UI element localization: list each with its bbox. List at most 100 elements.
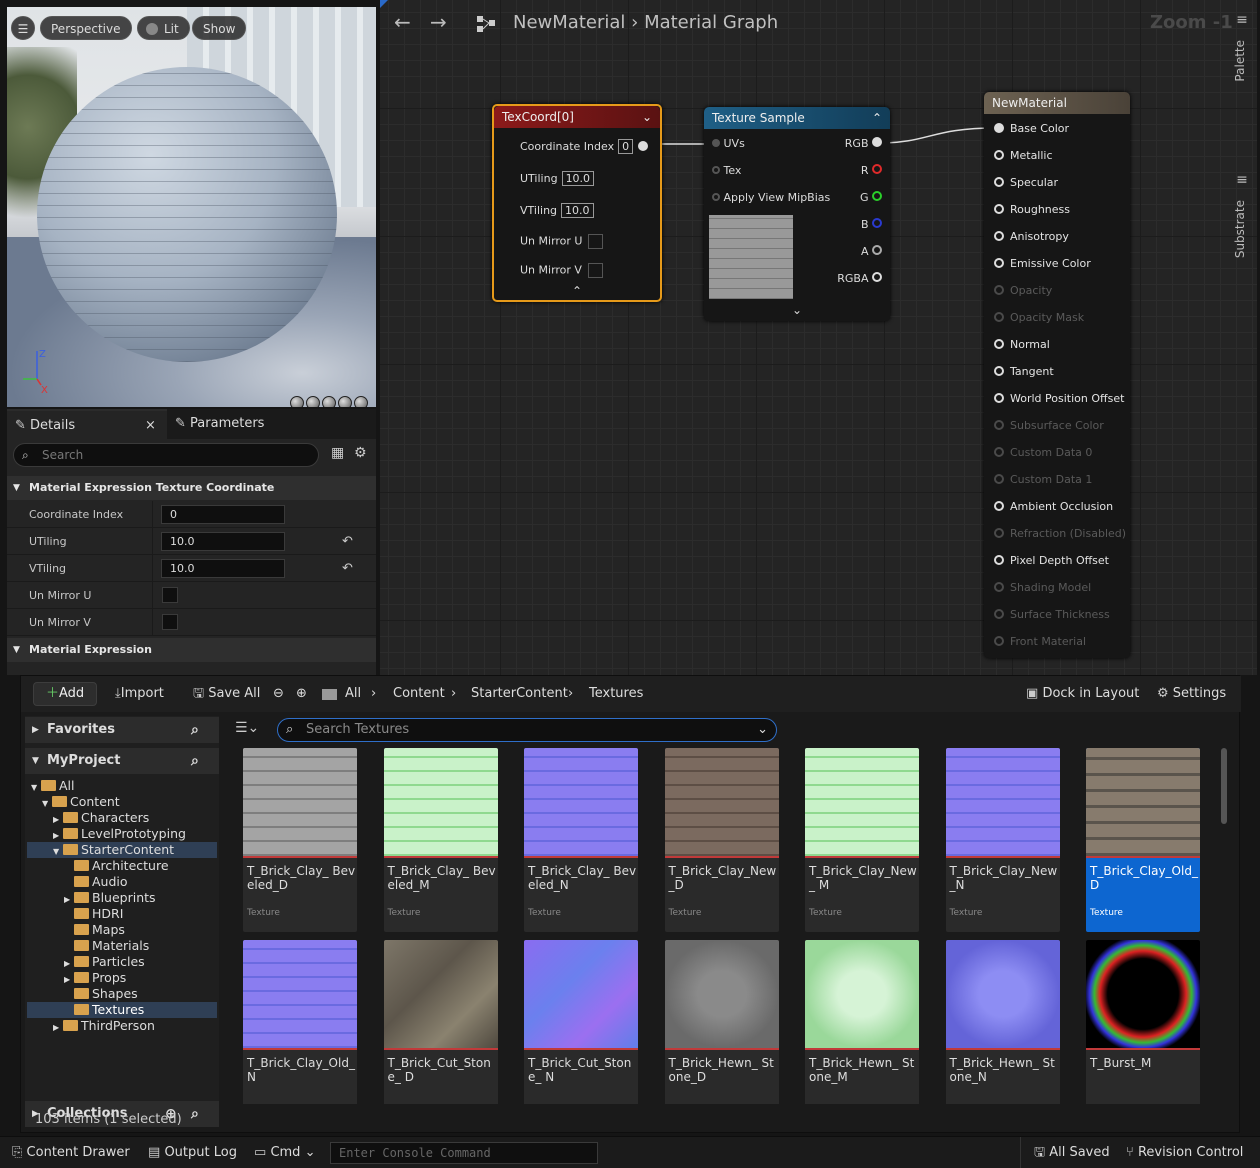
gear-icon[interactable]: ⚙: [354, 445, 367, 461]
tree-folder-item[interactable]: Architecture: [27, 858, 217, 874]
r-pin[interactable]: R: [861, 164, 882, 178]
details-search-input[interactable]: ⌕ Search: [13, 443, 319, 467]
vtiling-field[interactable]: 10.0: [161, 559, 285, 578]
material-input-pin[interactable]: Custom Data 0: [994, 446, 1092, 460]
material-input-pin[interactable]: Base Color: [994, 122, 1069, 136]
material-input-pin[interactable]: Roughness: [994, 203, 1070, 217]
teapot-preview-icon[interactable]: [354, 396, 368, 407]
cube-preview-icon[interactable]: [338, 396, 352, 407]
material-input-pin[interactable]: Surface Thickness: [994, 608, 1110, 622]
g-pin[interactable]: G: [860, 191, 882, 205]
tree-folder-item[interactable]: ▶ Particles: [27, 954, 217, 970]
lit-button[interactable]: Lit: [137, 16, 190, 40]
coordinate-index-field[interactable]: 0: [161, 505, 285, 524]
output-pin[interactable]: [638, 140, 648, 154]
tree-folder-item[interactable]: Shapes: [27, 986, 217, 1002]
palette-tab[interactable]: Palette: [1233, 40, 1247, 82]
save-all-button[interactable]: 🖫 Save All: [193, 684, 260, 704]
tree-folder-item[interactable]: Materials: [27, 938, 217, 954]
reset-icon[interactable]: ↶: [342, 555, 353, 582]
substrate-list-icon[interactable]: ≡: [1232, 172, 1252, 188]
search-icon[interactable]: ⌕: [191, 748, 199, 774]
material-input-pin[interactable]: Ambient Occlusion: [994, 500, 1113, 514]
material-input-pin[interactable]: Tangent: [994, 365, 1054, 379]
asset-tile[interactable]: T_Brick_Clay_ Beveled_M Texture: [383, 748, 498, 932]
preview-shape-buttons[interactable]: [290, 396, 376, 407]
material-result-node[interactable]: NewMaterial Base Color Metallic Specular Ro…: [984, 92, 1130, 658]
chevron-up-icon[interactable]: ⌃: [872, 107, 882, 129]
substrate-tab[interactable]: Substrate: [1233, 200, 1247, 258]
perspective-button[interactable]: Perspective: [40, 16, 132, 40]
coord-index-value[interactable]: 0: [618, 139, 634, 154]
viewport-menu-button[interactable]: ☰: [11, 16, 35, 40]
palette-list-icon[interactable]: ≡: [1232, 12, 1252, 28]
asset-tile[interactable]: T_Brick_Clay_ Beveled_N Texture: [524, 748, 638, 932]
tab-parameters[interactable]: ✎ Parameters: [167, 409, 376, 439]
a-pin[interactable]: A: [861, 245, 882, 259]
tree-folder-item[interactable]: Audio: [27, 874, 217, 890]
uvs-pin[interactable]: UVs: [712, 137, 745, 151]
tree-folder-item[interactable]: Maps: [27, 922, 217, 938]
material-input-pin[interactable]: Custom Data 1: [994, 473, 1092, 487]
plane-preview-icon[interactable]: [322, 396, 336, 407]
table-view-icon[interactable]: ▦: [331, 445, 344, 461]
material-input-pin[interactable]: Specular: [994, 176, 1058, 190]
material-input-pin[interactable]: Opacity Mask: [994, 311, 1084, 325]
asset-tile[interactable]: T_Brick_Cut_Stone_ N: [524, 940, 638, 1104]
section-material-expression[interactable]: ▼ Material Expression: [7, 638, 376, 662]
add-button[interactable]: ＋Add: [33, 682, 97, 706]
import-button[interactable]: ⤓Import: [115, 684, 164, 704]
back-arrow-icon[interactable]: ←: [394, 10, 411, 34]
path-content[interactable]: Content: [393, 684, 445, 704]
asset-tile[interactable]: T_Brick_Clay_New_D Texture: [664, 748, 779, 932]
console-input[interactable]: Enter Console Command: [330, 1142, 598, 1164]
material-input-pin[interactable]: Anisotropy: [994, 230, 1069, 244]
texcoord-node[interactable]: TexCoord[0] ⌄ Coordinate Index 0 UTiling 10…: [492, 104, 662, 302]
tree-folder-item[interactable]: ▶ ThirdPerson: [27, 1018, 217, 1034]
asset-tile[interactable]: T_Brick_Cut_Stone_ D: [383, 940, 498, 1104]
cylinder-preview-icon[interactable]: [290, 396, 304, 407]
material-input-pin[interactable]: Front Material: [994, 635, 1086, 649]
tree-folder-item[interactable]: ▼ All: [27, 778, 217, 794]
revision-control-button[interactable]: ⑂ Revision Control: [1126, 1143, 1243, 1163]
unmirror-u-node-checkbox[interactable]: [588, 234, 604, 249]
material-input-pin[interactable]: Refraction (Disabled): [994, 527, 1126, 541]
tree-folder-item[interactable]: ▼ StarterContent: [27, 842, 217, 858]
scrollbar-thumb[interactable]: [1221, 748, 1227, 824]
utiling-value[interactable]: 10.0: [561, 171, 595, 186]
chevron-down-icon[interactable]: ⌄: [792, 303, 802, 317]
path-all[interactable]: All: [345, 684, 361, 704]
unmirror-v-node-checkbox[interactable]: [587, 263, 603, 278]
material-preview-viewport[interactable]: ☰ Perspective Lit Show Z X: [7, 7, 376, 407]
unmirror-v-checkbox[interactable]: [162, 614, 178, 630]
tree-folder-item[interactable]: ▼ Content: [27, 794, 217, 810]
cmd-dropdown[interactable]: ▭ Cmd ⌄: [254, 1143, 315, 1163]
tree-folder-item[interactable]: ▶ Characters: [27, 810, 217, 826]
reset-icon[interactable]: ↶: [342, 528, 353, 555]
material-input-pin[interactable]: Emissive Color: [994, 257, 1091, 271]
material-input-pin[interactable]: World Position Offset: [994, 392, 1124, 406]
dock-in-layout-button[interactable]: ▣ Dock in Layout: [1026, 684, 1139, 704]
close-icon[interactable]: ×: [145, 411, 156, 441]
output-log-button[interactable]: ▤ Output Log: [148, 1143, 237, 1163]
tab-details[interactable]: ✎ Details ×: [7, 409, 167, 439]
collapse-up-icon[interactable]: ⌃: [572, 284, 582, 298]
utiling-field[interactable]: 10.0: [161, 532, 285, 551]
asset-tile[interactable]: T_Brick_Hewn_ Stone_M: [805, 940, 919, 1104]
chevron-down-icon[interactable]: ⌄: [642, 106, 652, 128]
chevron-down-icon[interactable]: ⌄: [757, 719, 768, 741]
path-textures[interactable]: Textures: [589, 684, 643, 704]
asset-tile[interactable]: T_Brick_Clay_New_N Texture: [945, 748, 1060, 932]
b-pin[interactable]: B: [861, 218, 882, 232]
tree-folder-item[interactable]: HDRI: [27, 906, 217, 922]
asset-tile[interactable]: T_Burst_M: [1086, 940, 1200, 1104]
tree-folder-item[interactable]: ▶ LevelPrototyping: [27, 826, 217, 842]
vtiling-value[interactable]: 10.0: [561, 203, 594, 218]
sphere-preview-icon[interactable]: [306, 396, 320, 407]
asset-tile[interactable]: T_Brick_Clay_New_ M Texture: [805, 748, 919, 932]
asset-tile[interactable]: T_Brick_Hewn_ Stone_D: [664, 940, 779, 1104]
material-input-pin[interactable]: Metallic: [994, 149, 1053, 163]
forward-arrow-icon[interactable]: →: [430, 10, 447, 34]
asset-tile[interactable]: T_Brick_Hewn_ Stone_N: [945, 940, 1060, 1104]
show-button[interactable]: Show: [192, 16, 247, 40]
